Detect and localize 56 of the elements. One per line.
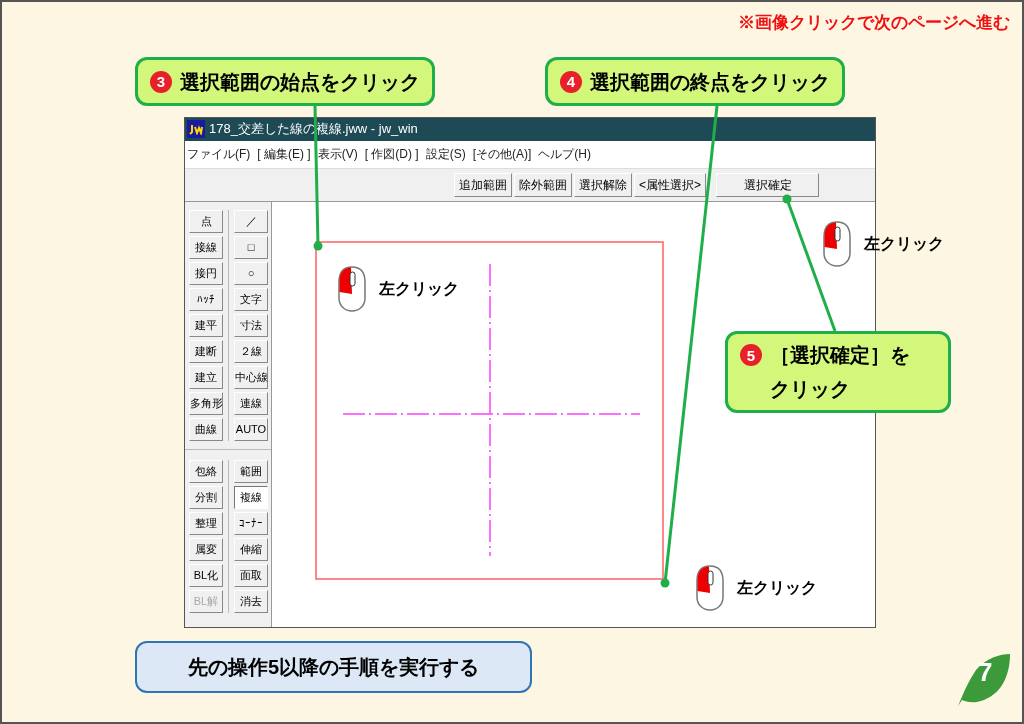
tool-button[interactable]: 整理 bbox=[189, 511, 223, 535]
tool-button[interactable]: ２線 bbox=[234, 339, 268, 363]
tool-button[interactable]: 連線 bbox=[234, 391, 268, 415]
mouse-icon bbox=[695, 565, 725, 611]
tool-button[interactable]: 消去 bbox=[234, 589, 268, 613]
tool-button[interactable]: ○ bbox=[234, 261, 268, 285]
tool-button[interactable]: 寸法 bbox=[234, 313, 268, 337]
tool-button[interactable]: 複線 bbox=[234, 485, 268, 509]
menu-item[interactable]: 表示(V) bbox=[317, 145, 358, 163]
tool-button[interactable]: 範囲 bbox=[234, 459, 268, 483]
callout-text: 選択範囲の終点をクリック bbox=[590, 69, 830, 95]
toolbar-button[interactable]: <属性選択> bbox=[634, 172, 706, 197]
tool-button[interactable]: 属変 bbox=[189, 537, 223, 561]
tool-button[interactable]: 建立 bbox=[189, 365, 223, 389]
toolbar-button[interactable]: 選択解除 bbox=[574, 172, 632, 197]
page-number: 7 bbox=[978, 659, 993, 685]
toolbar-button[interactable]: 選択確定 bbox=[716, 172, 819, 197]
next-page-notice[interactable]: ※画像クリックで次のページへ進む bbox=[738, 10, 1010, 36]
tool-button[interactable]: 分割 bbox=[189, 485, 223, 509]
step-number: 4 bbox=[560, 70, 582, 93]
mouse-icon bbox=[822, 221, 852, 267]
menu-item[interactable]: [ 作図(D) ] bbox=[364, 145, 419, 163]
tool-button[interactable]: 曲線 bbox=[189, 417, 223, 441]
step-number: 3 bbox=[150, 70, 172, 93]
tool-button[interactable]: 文字 bbox=[234, 287, 268, 311]
tool-button[interactable]: AUTO bbox=[234, 417, 268, 441]
menu-item[interactable]: ファイル(F) bbox=[187, 145, 251, 163]
menu-item[interactable]: [その他(A)] bbox=[472, 145, 532, 163]
menu-item[interactable]: [ 編集(E) ] bbox=[257, 145, 311, 163]
tool-button[interactable]: BL化 bbox=[189, 563, 223, 587]
tool-button[interactable]: 建断 bbox=[189, 339, 223, 363]
tool-button[interactable]: ｺｰﾅｰ bbox=[234, 511, 268, 535]
left-click-label: 左クリック bbox=[737, 578, 817, 598]
menu-item[interactable]: ヘルプ(H) bbox=[538, 145, 591, 163]
tool-button[interactable]: ﾊｯﾁ bbox=[189, 287, 223, 311]
callout-text: 選択範囲の始点をクリック bbox=[180, 69, 420, 95]
menu-item[interactable]: 設定(S) bbox=[425, 145, 466, 163]
tool-button[interactable]: 包絡 bbox=[189, 459, 223, 483]
step-number: 5 bbox=[740, 344, 762, 366]
app-logo-icon bbox=[187, 120, 205, 138]
tool-button[interactable]: 点 bbox=[189, 209, 223, 233]
toolbar-button[interactable]: 除外範囲 bbox=[514, 172, 572, 197]
tool-button[interactable]: 多角形 bbox=[189, 391, 223, 415]
left-click-label: 左クリック bbox=[379, 279, 459, 299]
tool-button[interactable]: 接円 bbox=[189, 261, 223, 285]
tool-button[interactable]: 面取 bbox=[234, 563, 268, 587]
tool-button[interactable]: ／ bbox=[234, 209, 268, 233]
note-text: 先の操作5以降の手順を実行する bbox=[187, 655, 480, 680]
tool-button[interactable]: 建平 bbox=[189, 313, 223, 337]
tool-button[interactable]: 接線 bbox=[189, 235, 223, 259]
tool-button[interactable]: 伸縮 bbox=[234, 537, 268, 561]
tool-button[interactable]: □ bbox=[234, 235, 268, 259]
mouse-icon bbox=[337, 266, 367, 312]
callout-text: ［選択確定］をクリック bbox=[770, 343, 911, 402]
toolbar-button[interactable]: 追加範囲 bbox=[454, 172, 512, 197]
tool-button[interactable]: 中心線 bbox=[234, 365, 268, 389]
